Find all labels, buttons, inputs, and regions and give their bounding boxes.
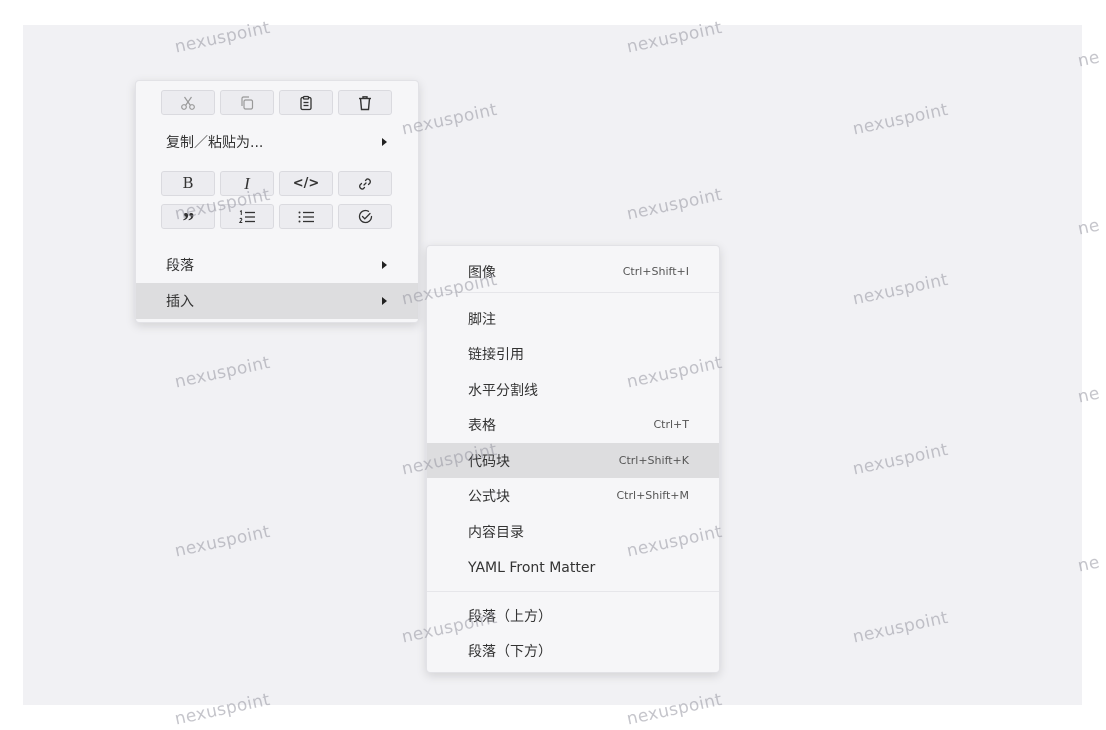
insert-math-block-item[interactable]: 公式块 Ctrl+Shift+M [427,478,719,513]
unordered-list-button[interactable] [279,204,333,229]
item-shortcut: Ctrl+Shift+I [622,265,689,278]
insert-yaml-front-matter-item[interactable]: YAML Front Matter [427,550,719,585]
task-list-button[interactable] [338,204,392,229]
paragraph-menu-item[interactable]: 段落 [136,247,418,283]
insert-image-item[interactable]: 图像 Ctrl+Shift+I [427,254,719,289]
item-shortcut: Ctrl+T [653,418,689,431]
cut-icon [180,95,196,111]
insert-code-block-item[interactable]: 代码块 Ctrl+Shift+K [427,443,719,478]
quote-button[interactable]: ” [161,204,215,234]
copy-paste-as-item[interactable]: 复制／粘贴为... [136,124,418,160]
code-icon: </> [292,176,320,191]
task-list-icon [357,208,374,225]
inline-code-button[interactable]: </> [279,171,333,196]
cut-button[interactable] [161,90,215,115]
copy-icon [239,95,255,111]
italic-button[interactable]: I [220,171,274,196]
insert-label: 插入 [166,294,194,310]
submenu-arrow-icon [382,297,387,305]
insert-horizontal-rule-item[interactable]: 水平分割线 [427,372,719,407]
insert-submenu: 图像 Ctrl+Shift+I 脚注 链接引用 水平分割线 表格 Ctrl+T … [426,245,720,673]
item-label: 链接引用 [468,346,524,363]
item-label: 段落（上方） [468,608,552,625]
insert-menu-item[interactable]: 插入 [136,283,418,319]
copy-paste-as-label: 复制／粘贴为... [166,135,264,151]
insert-link-reference-item[interactable]: 链接引用 [427,336,719,371]
link-button[interactable] [338,171,392,196]
copy-button[interactable] [220,90,274,115]
item-label: 图像 [468,264,496,281]
item-label: 表格 [468,417,496,434]
screenshot-canvas: 复制／粘贴为... B I </> ” 段落 插入 图像 Ctrl+Shift+… [0,0,1106,730]
insert-table-item[interactable]: 表格 Ctrl+T [427,407,719,442]
delete-icon [357,95,373,111]
link-icon [357,176,373,192]
paste-icon [298,95,314,111]
insert-toc-item[interactable]: 内容目录 [427,514,719,549]
ordered-list-button[interactable] [220,204,274,229]
menu-divider [427,591,719,592]
item-label: 脚注 [468,311,496,328]
submenu-arrow-icon [382,261,387,269]
item-shortcut: Ctrl+Shift+K [618,454,689,467]
paste-button[interactable] [279,90,333,115]
item-label: 内容目录 [468,524,524,541]
menu-divider [427,292,719,293]
item-label: 水平分割线 [468,382,538,399]
quote-icon: ” [182,208,195,235]
item-label: 代码块 [468,453,510,470]
context-menu: 复制／粘贴为... B I </> ” 段落 插入 [135,80,419,323]
submenu-arrow-icon [382,138,387,146]
item-label: YAML Front Matter [468,559,596,576]
paragraph-label: 段落 [166,258,194,274]
item-label: 段落（下方） [468,643,552,660]
italic-icon: I [244,174,250,193]
delete-button[interactable] [338,90,392,115]
item-shortcut: Ctrl+Shift+M [616,489,690,502]
insert-paragraph-below-item[interactable]: 段落（下方） [427,633,719,668]
insert-paragraph-above-item[interactable]: 段落（上方） [427,598,719,633]
item-label: 公式块 [468,488,510,505]
format-toolbar-row-1: B I </> [161,171,392,196]
insert-footnote-item[interactable]: 脚注 [427,301,719,336]
clipboard-toolbar [161,90,392,115]
ordered-list-icon [238,209,256,225]
bold-button[interactable]: B [161,171,215,196]
bold-icon: B [182,174,194,192]
unordered-list-icon [297,209,315,225]
format-toolbar-row-2: ” [161,204,392,234]
